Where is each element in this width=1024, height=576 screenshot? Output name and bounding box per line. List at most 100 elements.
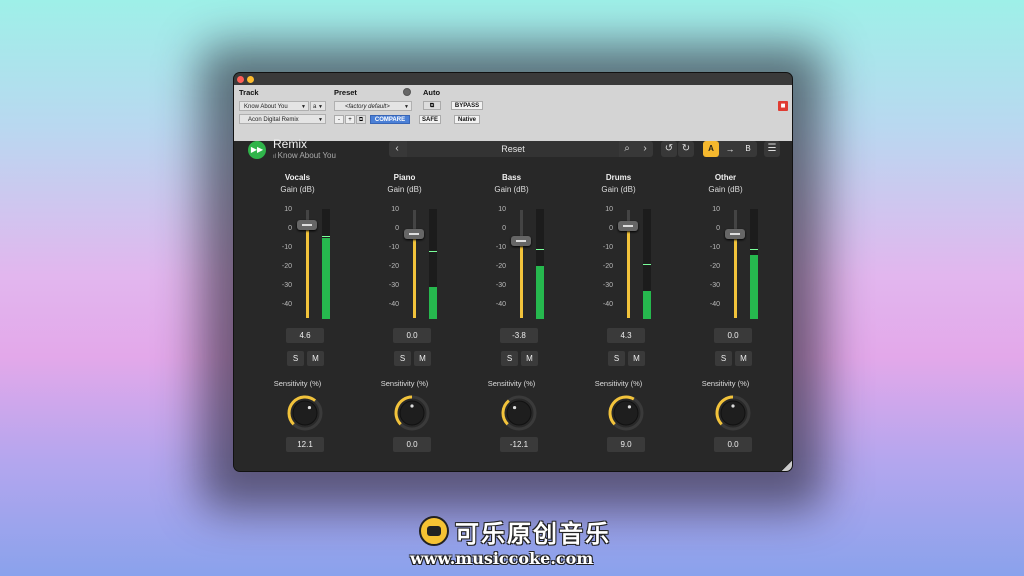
channel-strip-bass: Bass Gain (dB) 10 0 -10 -20 -30 -40 -3.8 S M Sensit… [458, 173, 565, 463]
solo-button[interactable]: S [715, 351, 732, 366]
native-button[interactable]: Native [454, 115, 480, 124]
sensitivity-value-field[interactable]: 0.0 [393, 437, 431, 452]
gain-label: Gain (dB) [280, 185, 315, 194]
title-bar [234, 73, 792, 85]
track-slot-select[interactable]: a ▼ [310, 101, 326, 111]
plugin-subtitle: ıl Know About You [273, 151, 336, 160]
window-close-dot[interactable] [237, 76, 244, 83]
sensitivity-value-field[interactable]: 0.0 [714, 437, 752, 452]
mute-button[interactable]: M [307, 351, 324, 366]
resize-handle[interactable] [782, 461, 792, 471]
level-meter-peak [750, 248, 758, 250]
gain-label: Gain (dB) [601, 185, 636, 194]
auto-label: Auto [423, 88, 441, 97]
preset-name[interactable]: Reset [407, 141, 619, 157]
sensitivity-knob[interactable] [500, 394, 538, 432]
gain-fader-handle[interactable] [511, 236, 531, 247]
plugin-title: Remix [273, 137, 308, 151]
preset-menu-icon[interactable] [403, 88, 411, 96]
mute-button[interactable]: M [735, 351, 752, 366]
insert-select-value: Acon Digital Remix [248, 117, 299, 123]
sensitivity-value-field[interactable]: 9.0 [607, 437, 645, 452]
sensitivity-value-field[interactable]: -12.1 [500, 437, 538, 452]
solo-button[interactable]: S [394, 351, 411, 366]
preset-label: Preset [334, 88, 357, 97]
sensitivity-knob[interactable] [714, 394, 752, 432]
gain-tick-label: -40 [495, 301, 506, 308]
sensitivity-label: Sensitivity (%) [273, 379, 322, 388]
copy-icon[interactable]: ⧉ [356, 115, 366, 124]
preset-plus-button[interactable]: + [345, 115, 355, 124]
watermark-logo [419, 516, 449, 546]
auto-icon[interactable]: ⧉ [423, 101, 441, 110]
mute-button[interactable]: M [414, 351, 431, 366]
solo-button[interactable]: S [501, 351, 518, 366]
gain-value-field[interactable]: 0.0 [393, 328, 431, 343]
level-meter-fill [322, 237, 330, 319]
mute-button[interactable]: M [521, 351, 538, 366]
gain-tick-label: 10 [498, 206, 506, 213]
preset-minus-button[interactable]: - [334, 115, 344, 124]
sensitivity-knob[interactable] [286, 394, 324, 432]
gain-tick-label: -20 [281, 263, 292, 270]
sensitivity-label: Sensitivity (%) [487, 379, 536, 388]
compare-button[interactable]: COMPARE [370, 115, 410, 124]
gain-fader-fill [627, 225, 630, 318]
arrow-right-icon[interactable]: → [722, 141, 738, 157]
gain-label: Gain (dB) [708, 185, 743, 194]
search-icon[interactable]: ⌕ [619, 141, 635, 157]
undo-icon[interactable]: ↺ [661, 141, 677, 157]
gain-fader-handle[interactable] [404, 229, 424, 239]
gain-tick-label: 10 [712, 206, 720, 213]
sensitivity-label: Sensitivity (%) [380, 379, 429, 388]
gain-value-field[interactable]: 0.0 [714, 328, 752, 343]
gain-tick-label: -20 [388, 263, 399, 270]
preset-prev-icon[interactable]: ‹ [389, 141, 405, 157]
chevron-down-icon: ▼ [318, 117, 323, 123]
gain-tick-label: -30 [602, 282, 613, 289]
level-meter-peak [536, 248, 544, 250]
level-meter-peak [322, 235, 330, 237]
insert-select[interactable]: Acon Digital Remix ▼ [239, 114, 326, 124]
gain-tick-label: 0 [395, 225, 399, 232]
gain-value-field[interactable]: -3.8 [500, 328, 538, 343]
gain-tick-label: -30 [709, 282, 720, 289]
remix-logo-icon: ▶▶ [248, 141, 266, 159]
channel-strip-drums: Drums Gain (dB) 10 0 -10 -20 -30 -40 4.3 S M Sensit… [565, 173, 672, 463]
gain-tick-label: -40 [602, 301, 613, 308]
window-minimize-dot[interactable] [247, 76, 254, 83]
b-button[interactable]: B [740, 141, 756, 157]
preset-select-value: <factory default> [345, 104, 390, 110]
gain-tick-label: 10 [284, 206, 292, 213]
safe-button[interactable]: SAFE [419, 115, 441, 124]
solo-button[interactable]: S [287, 351, 304, 366]
sensitivity-knob[interactable] [393, 394, 431, 432]
preset-next-icon[interactable]: › [637, 141, 653, 157]
gain-value-field[interactable]: 4.3 [607, 328, 645, 343]
track-select[interactable]: Know About You ▼ [239, 101, 309, 111]
preset-select[interactable]: <factory default> ▼ [334, 101, 412, 111]
redo-icon[interactable]: ↻ [678, 141, 694, 157]
gain-value-field[interactable]: 4.6 [286, 328, 324, 343]
gain-fader-handle[interactable] [725, 229, 745, 239]
menu-icon[interactable]: ☰ [764, 141, 780, 157]
gain-tick-label: -30 [495, 282, 506, 289]
gain-tick-label: -40 [281, 301, 292, 308]
solo-button[interactable]: S [608, 351, 625, 366]
channel-name: Bass [501, 173, 522, 182]
sensitivity-value-field[interactable]: 12.1 [286, 437, 324, 452]
level-meter-fill [643, 290, 651, 319]
sensitivity-label: Sensitivity (%) [594, 379, 643, 388]
channel-name: Other [714, 173, 737, 182]
gain-fader-handle[interactable] [618, 220, 638, 231]
a-button[interactable]: A [703, 141, 719, 157]
track-select-value: Know About You [244, 104, 288, 110]
bypass-button[interactable]: BYPASS [451, 101, 483, 110]
chevron-down-icon: ▼ [301, 104, 306, 110]
track-label: Track [239, 88, 259, 97]
close-icon[interactable]: ■ [778, 101, 788, 111]
gain-tick-label: -40 [709, 301, 720, 308]
gain-fader-handle[interactable] [297, 220, 317, 231]
sensitivity-knob[interactable] [607, 394, 645, 432]
mute-button[interactable]: M [628, 351, 645, 366]
